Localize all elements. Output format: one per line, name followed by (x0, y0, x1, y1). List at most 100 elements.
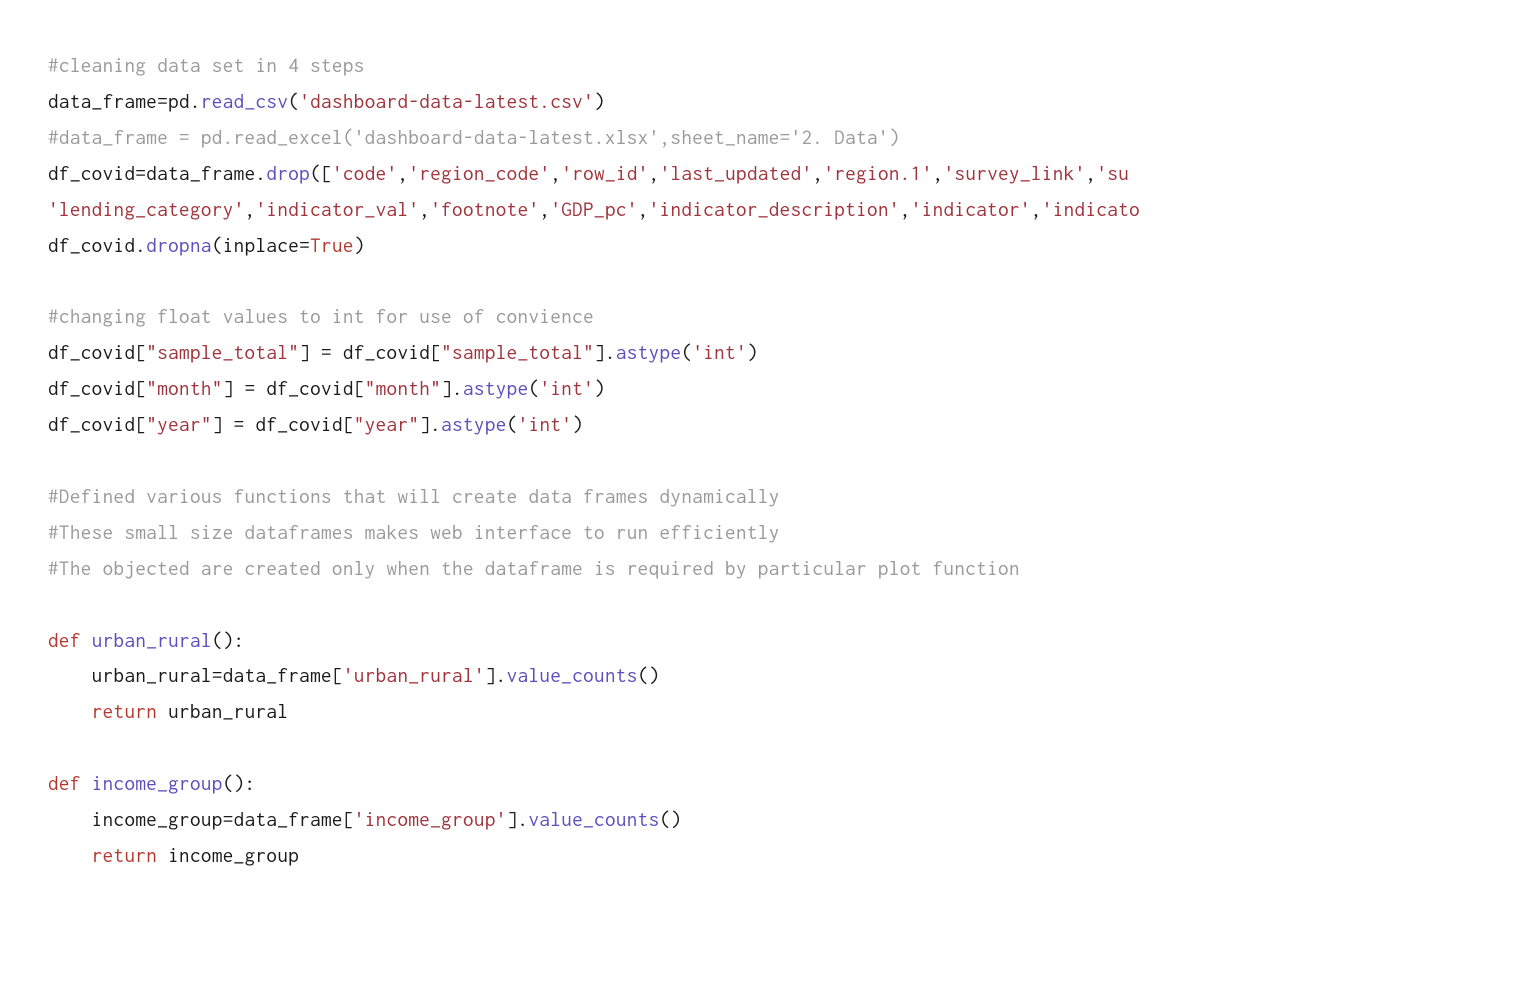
code-token-plain: = (321, 341, 332, 363)
code-line: urban_rural=data_frame['urban_rural'].va… (48, 658, 1478, 694)
code-token-plain: . (518, 808, 529, 830)
code-line: return income_group (48, 838, 1478, 874)
code-line (48, 263, 1478, 299)
code-token-comment: #These small size dataframes makes web i… (48, 521, 780, 543)
code-token-plain: data_frame[ (234, 808, 354, 830)
code-line (48, 587, 1478, 623)
code-line: #The objected are created only when the … (48, 551, 1478, 587)
code-token-plain: df_covid[ (48, 413, 146, 435)
code-token-keyword: def (48, 629, 81, 651)
code-token-func: value_counts (507, 664, 638, 686)
code-token-plain: data_frame (48, 90, 157, 112)
code-token-string: 'region_code' (408, 162, 550, 184)
code-token-string: "sample_total" (146, 341, 299, 363)
code-token-plain: df_covid (48, 234, 135, 256)
code-token-string: "month" (146, 377, 222, 399)
code-line (48, 730, 1478, 766)
code-line: #data_frame = pd.read_excel('dashboard-d… (48, 120, 1478, 156)
code-token-plain: ] (212, 413, 234, 435)
code-token-plain: , (900, 198, 911, 220)
code-line: 'lending_category','indicator_val','foot… (48, 192, 1478, 228)
code-token-plain: = (157, 90, 168, 112)
code-token-plain: , (539, 198, 550, 220)
code-token-string: 'urban_rural' (343, 664, 485, 686)
code-token-string: 'indicator_val' (255, 198, 419, 220)
code-token-plain: . (452, 377, 463, 399)
code-token-string: 'region.1' (823, 162, 932, 184)
code-token-plain: ( (288, 90, 299, 112)
code-token-plain: . (190, 90, 201, 112)
code-token-func: read_csv (201, 90, 288, 112)
code-token-plain: ] (419, 413, 430, 435)
code-token-string: 'survey_link' (944, 162, 1086, 184)
code-token-plain: , (638, 198, 649, 220)
code-block: #cleaning data set in 4 stepsdata_frame=… (48, 48, 1478, 874)
code-line: df_covid=data_frame.drop(['code','region… (48, 156, 1478, 192)
code-token-plain (48, 700, 92, 722)
code-token-plain: ) (594, 377, 605, 399)
code-line: df_covid["sample_total"] = df_covid["sam… (48, 335, 1478, 371)
code-token-string: 'int' (692, 341, 747, 363)
code-token-plain: () (638, 664, 660, 686)
code-token-plain: ) (354, 234, 365, 256)
code-line (48, 443, 1478, 479)
code-token-plain (48, 844, 92, 866)
code-token-plain: , (1031, 198, 1042, 220)
code-token-plain: ( (507, 413, 518, 435)
code-line: #cleaning data set in 4 steps (48, 48, 1478, 84)
code-token-plain: = (223, 808, 234, 830)
code-token-plain: df_covid[ (332, 341, 441, 363)
code-token-plain: data_frame[ (223, 664, 343, 686)
code-token-plain: = (234, 413, 245, 435)
code-token-plain: df_covid[ (256, 377, 365, 399)
code-line: return urban_rural (48, 694, 1478, 730)
code-token-plain: = (299, 234, 310, 256)
code-token-keyword: return (92, 844, 158, 866)
code-line: #Defined various functions that will cre… (48, 479, 1478, 515)
code-token-plain: ] (223, 377, 245, 399)
code-line: def income_group(): (48, 766, 1478, 802)
code-token-string: 'indicator_description' (649, 198, 900, 220)
code-token-string: 'su (1096, 162, 1129, 184)
code-token-keyword: def (48, 772, 81, 794)
code-token-plain: = (135, 162, 146, 184)
code-token-string: 'lending_category' (48, 198, 245, 220)
code-token-plain: income_group (48, 808, 223, 830)
code-token-plain: . (605, 341, 616, 363)
code-token-plain: df_covid (48, 162, 135, 184)
code-line: data_frame=pd.read_csv('dashboard-data-l… (48, 84, 1478, 120)
code-token-plain: . (256, 162, 267, 184)
code-token-comment: #changing float values to int for use of… (48, 305, 594, 327)
code-line: df_covid["month"] = df_covid["month"].as… (48, 371, 1478, 407)
code-line: def urban_rural(): (48, 623, 1478, 659)
code-token-plain: df_covid[ (48, 377, 146, 399)
code-token-plain: data_frame (146, 162, 255, 184)
code-token-plain: ] (485, 664, 496, 686)
code-token-plain: . (430, 413, 441, 435)
code-token-plain: ) (572, 413, 583, 435)
code-token-string: 'GDP_pc' (550, 198, 637, 220)
code-line: #These small size dataframes makes web i… (48, 515, 1478, 551)
code-token-plain: income_group (157, 844, 299, 866)
code-token-string: 'int' (518, 413, 573, 435)
code-token-plain: ] (441, 377, 452, 399)
code-token-func: value_counts (529, 808, 660, 830)
code-token-string: 'footnote' (430, 198, 539, 220)
code-token-comment: #The objected are created only when the … (48, 557, 1020, 579)
code-line: df_covid["year"] = df_covid["year"].asty… (48, 407, 1478, 443)
code-token-plain (81, 629, 92, 651)
code-token-plain: ) (594, 90, 605, 112)
code-token-string: 'last_updated' (660, 162, 813, 184)
code-token-plain: , (812, 162, 823, 184)
code-token-string: 'int' (539, 377, 594, 399)
code-token-plain: , (933, 162, 944, 184)
code-token-plain: , (1086, 162, 1097, 184)
code-token-plain: urban_rural (48, 664, 212, 686)
code-token-func: astype (441, 413, 507, 435)
code-token-string: 'income_group' (354, 808, 507, 830)
code-token-plain: df_covid[ (245, 413, 354, 435)
code-token-plain: = (212, 664, 223, 686)
code-token-plain: (): (223, 772, 256, 794)
code-token-string: 'row_id' (561, 162, 648, 184)
code-token-plain: ( (529, 377, 540, 399)
